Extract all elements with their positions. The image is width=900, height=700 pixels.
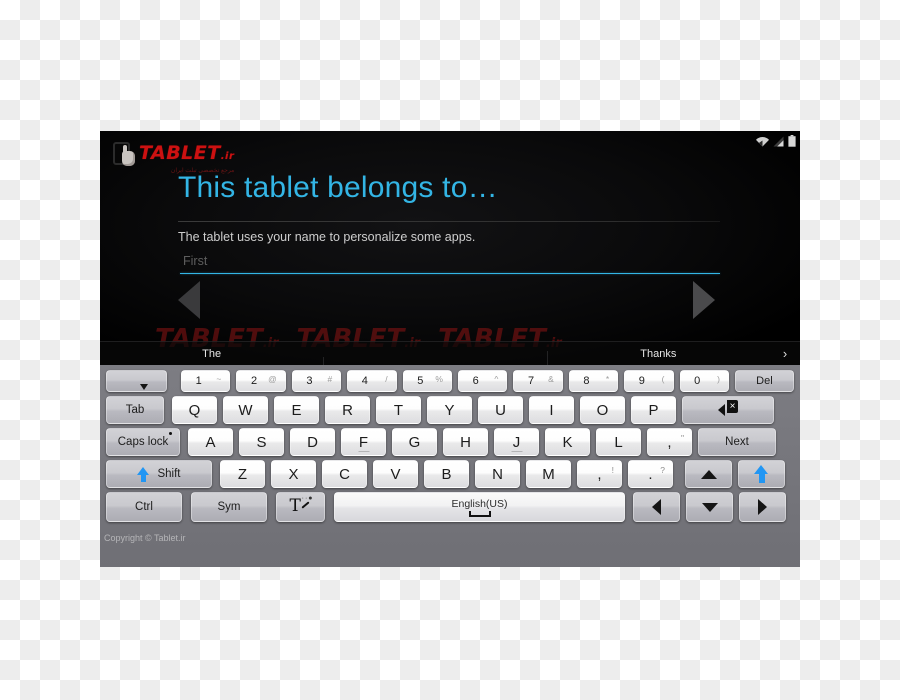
key-u[interactable]: U — [478, 396, 523, 424]
arrow-left-key[interactable] — [633, 492, 680, 522]
tablet-hand-icon — [113, 142, 135, 169]
next-key[interactable]: Next — [698, 428, 776, 456]
cellular-signal-icon — [773, 136, 784, 146]
space-key[interactable]: English(US) — [334, 492, 625, 522]
key-k[interactable]: K — [545, 428, 590, 456]
delete-key[interactable]: Del — [734, 370, 794, 392]
hide-keyboard-key[interactable] — [106, 370, 167, 392]
key-p[interactable]: P — [631, 396, 676, 424]
key-period[interactable]: .? — [628, 460, 673, 488]
key-j[interactable]: J — [494, 428, 539, 456]
backspace-key[interactable] — [682, 396, 774, 424]
key-t[interactable]: T — [376, 396, 421, 424]
backspace-icon — [718, 399, 738, 417]
home-key-marker — [511, 450, 522, 452]
key-7[interactable]: 7 & — [513, 370, 563, 392]
key-b[interactable]: B — [424, 460, 469, 488]
caps-lock-key[interactable]: Caps lock — [106, 428, 180, 456]
page-subtitle: The tablet uses your name to personalize… — [178, 230, 476, 244]
key-8[interactable]: 8 * — [568, 370, 619, 392]
key-s[interactable]: S — [239, 428, 284, 456]
key-a[interactable]: A — [188, 428, 233, 456]
arrow-down-key[interactable] — [686, 492, 733, 522]
key-r[interactable]: R — [325, 396, 370, 424]
key-e[interactable]: E — [274, 396, 319, 424]
shift-arrow-icon — [137, 466, 150, 482]
key-z[interactable]: Z — [220, 460, 265, 488]
input-method-key[interactable]: T ··● — [276, 492, 325, 522]
key-h[interactable]: H — [443, 428, 488, 456]
keyboard-row-shift: Shift Z X C V B N M ,! .? — [106, 460, 794, 488]
copyright-watermark: Copyright © Tablet.ir — [104, 533, 186, 543]
keyboard-row-numbers: 1 ~ 2 @ 3 # 4/ 5% 6 ^ 7 & 8 * 9( 0) Del — [106, 370, 794, 392]
next-button[interactable] — [693, 281, 715, 319]
key-n[interactable]: N — [475, 460, 520, 488]
arrow-right-icon — [758, 499, 767, 515]
previous-button[interactable] — [178, 281, 200, 319]
key-5[interactable]: 5% — [402, 370, 452, 392]
key-4[interactable]: 4/ — [347, 370, 397, 392]
key-l[interactable]: L — [596, 428, 641, 456]
key-d[interactable]: D — [290, 428, 335, 456]
shift-arrow-icon — [754, 465, 769, 483]
keyboard-row-qwerty: Tab Q W E R T Y U I O P — [106, 396, 794, 424]
key-i[interactable]: I — [529, 396, 574, 424]
on-screen-keyboard: 1 ~ 2 @ 3 # 4/ 5% 6 ^ 7 & 8 * 9( 0) Del Tab Q … — [100, 365, 800, 567]
first-name-field[interactable]: First — [180, 254, 720, 274]
suggestion-item[interactable]: Thanks — [546, 348, 770, 365]
tablet-device: TABLET.ir مرجع تخصصی تبلت ایران This tab… — [100, 131, 800, 567]
key-f[interactable]: F — [341, 428, 386, 456]
brand-wordmark: TABLET.ir — [139, 142, 235, 164]
key-3[interactable]: 3 # — [291, 370, 342, 392]
home-key-marker — [358, 450, 369, 452]
key-m[interactable]: M — [526, 460, 571, 488]
key-o[interactable]: O — [580, 396, 625, 424]
field-underline — [180, 273, 720, 274]
ctrl-key[interactable]: Ctrl — [106, 492, 182, 522]
key-2[interactable]: 2 @ — [236, 370, 286, 392]
key-v[interactable]: V — [373, 460, 418, 488]
tablet-ir-logo: TABLET.ir مرجع تخصصی تبلت ایران — [113, 142, 234, 174]
key-0[interactable]: 0) — [679, 370, 729, 392]
arrow-left-icon — [652, 499, 661, 515]
shift-key-left[interactable]: Shift — [106, 460, 212, 488]
status-bar — [756, 134, 796, 148]
tab-key[interactable]: Tab — [106, 396, 164, 424]
key-w[interactable]: W — [223, 396, 268, 424]
hide-keyboard-icon — [127, 374, 148, 390]
keyboard-row-bottom: Ctrl Sym T ··● English(US) — [106, 492, 794, 522]
title-divider — [178, 221, 720, 222]
caps-lock-indicator-icon — [169, 432, 172, 435]
key-x[interactable]: X — [271, 460, 316, 488]
key-1[interactable]: 1 ~ — [181, 370, 231, 392]
key-6[interactable]: 6 ^ — [457, 370, 508, 392]
first-name-placeholder: First — [183, 254, 208, 268]
key-9[interactable]: 9( — [624, 370, 674, 392]
suggestions-expand-icon[interactable]: › — [770, 346, 800, 361]
key-y[interactable]: Y — [427, 396, 472, 424]
key-apostrophe[interactable]: , " — [647, 428, 692, 456]
sym-key[interactable]: Sym — [191, 492, 267, 522]
arrow-up-key[interactable] — [685, 460, 732, 488]
key-q[interactable]: Q — [172, 396, 217, 424]
arrow-up-icon — [700, 469, 717, 479]
key-g[interactable]: G — [392, 428, 437, 456]
android-setup-screen: TABLET.ir مرجع تخصصی تبلت ایران This tab… — [100, 131, 800, 365]
suggestion-strip: The Thanks › — [100, 341, 800, 365]
key-c[interactable]: C — [322, 460, 367, 488]
shift-key-right[interactable] — [738, 460, 785, 488]
page-title: This tablet belongs to… — [178, 171, 498, 204]
input-method-icon: T ··● — [289, 495, 314, 516]
suggestion-item[interactable]: The — [100, 348, 323, 360]
key-comma[interactable]: ,! — [577, 460, 622, 488]
space-bracket-icon — [468, 510, 491, 517]
wifi-icon — [756, 136, 769, 146]
battery-icon — [788, 135, 796, 147]
arrow-right-key[interactable] — [739, 492, 786, 522]
arrow-down-icon — [701, 502, 718, 512]
keyboard-row-home: Caps lock A S D F G H J K L , " Next — [106, 428, 794, 456]
